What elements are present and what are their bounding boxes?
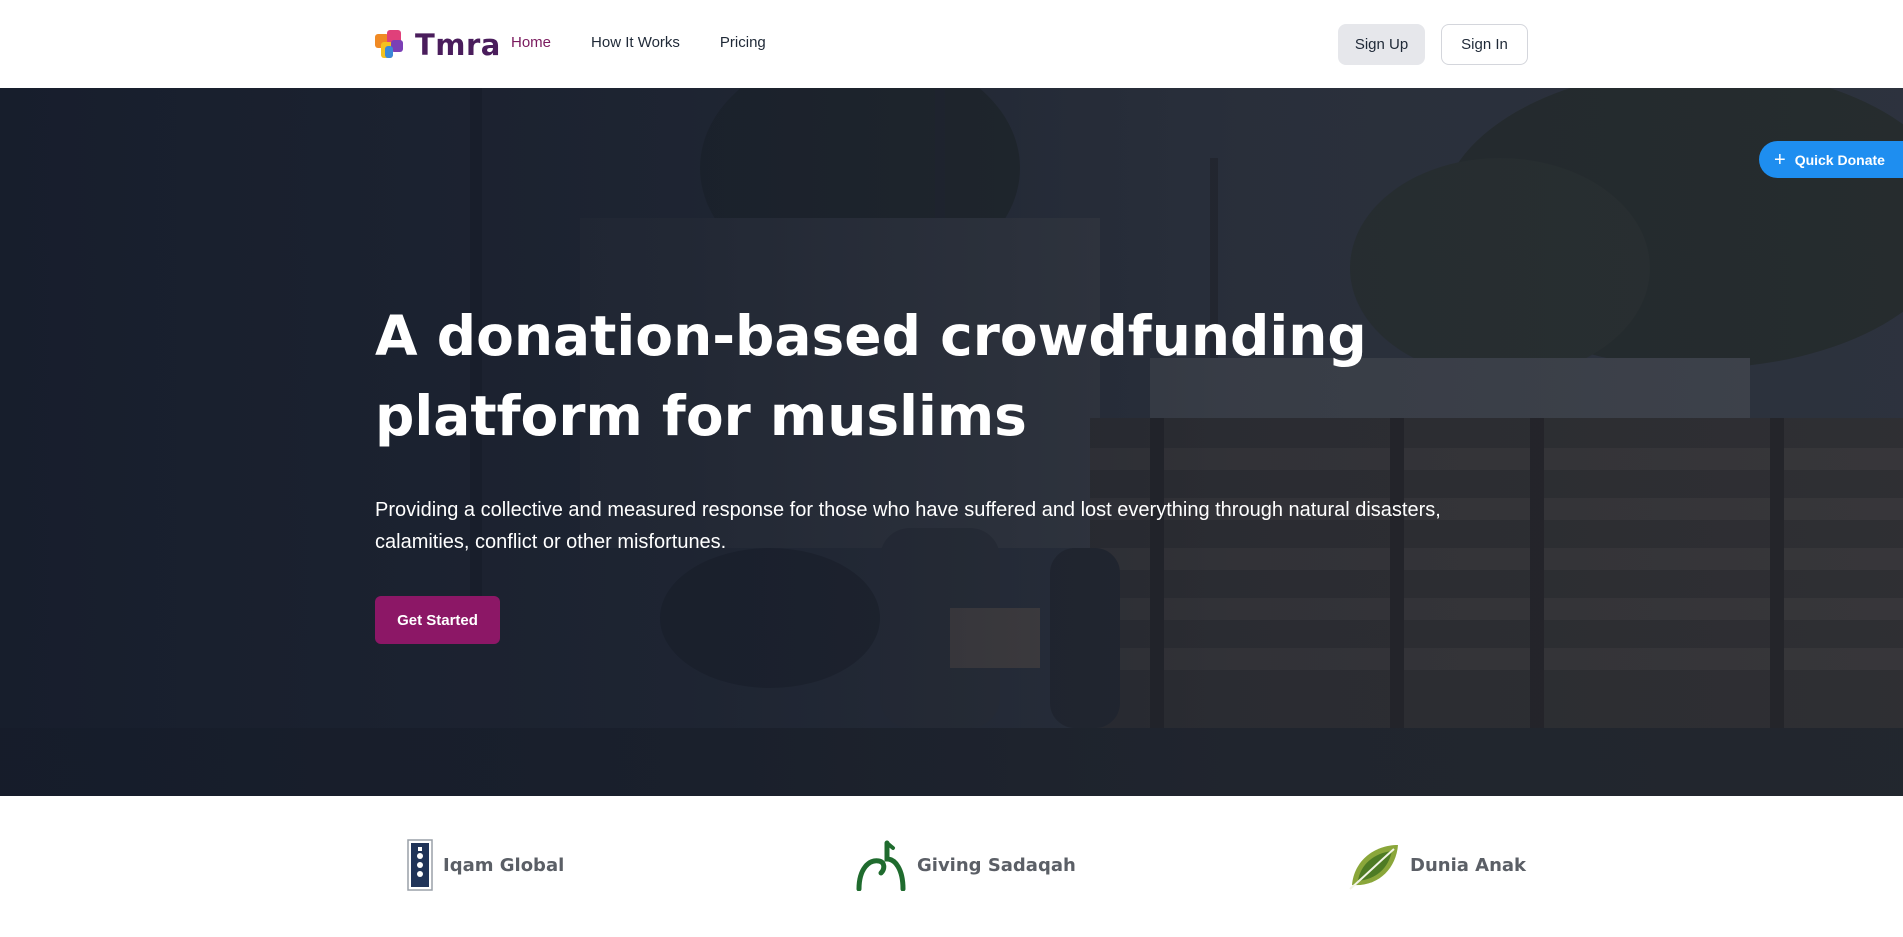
quick-donate-label: Quick Donate (1794, 151, 1885, 168)
partner-giving-sadaqah[interactable]: Giving Sadaqah (855, 839, 1076, 891)
hero-title: A donation-based crowdfunding platform f… (375, 304, 1367, 448)
nav-link-how-it-works[interactable]: How It Works (591, 34, 680, 51)
main-nav: Home How It Works Pricing (511, 34, 766, 51)
hero-subtitle: Providing a collective and measured resp… (375, 499, 1441, 553)
partner-name: Dunia Anak (1410, 854, 1527, 876)
sign-in-button[interactable]: Sign In (1441, 24, 1528, 65)
sign-up-button[interactable]: Sign Up (1338, 24, 1425, 65)
partner-name: Iqam Global (443, 854, 565, 876)
brand-name: Tmra (415, 28, 501, 62)
dunia-anak-logo-icon (1349, 845, 1398, 890)
hero-section: A donation-based crowdfunding platform f… (0, 88, 1903, 796)
top-navbar: Tmra Home How It Works Pricing Sign Up S… (0, 0, 1903, 88)
partner-name: Giving Sadaqah (917, 854, 1076, 876)
nav-link-home[interactable]: Home (511, 34, 551, 51)
quick-donate-button[interactable]: + Quick Donate (1759, 141, 1903, 178)
tmra-logo-icon (375, 30, 405, 60)
plus-icon: + (1774, 148, 1786, 171)
iqam-logo-icon (407, 839, 433, 891)
get-started-button[interactable]: Get Started (375, 596, 500, 644)
giving-sadaqah-logo-icon (856, 840, 906, 891)
brand-logo[interactable]: Tmra (375, 28, 501, 62)
partner-iqam-global[interactable]: Iqam Global (407, 839, 564, 891)
partners-strip: Iqam Global Giving Sadaqah Dunia Anak (0, 796, 1903, 937)
nav-link-pricing[interactable]: Pricing (720, 34, 766, 51)
partner-dunia-anak[interactable]: Dunia Anak (1348, 839, 1526, 891)
